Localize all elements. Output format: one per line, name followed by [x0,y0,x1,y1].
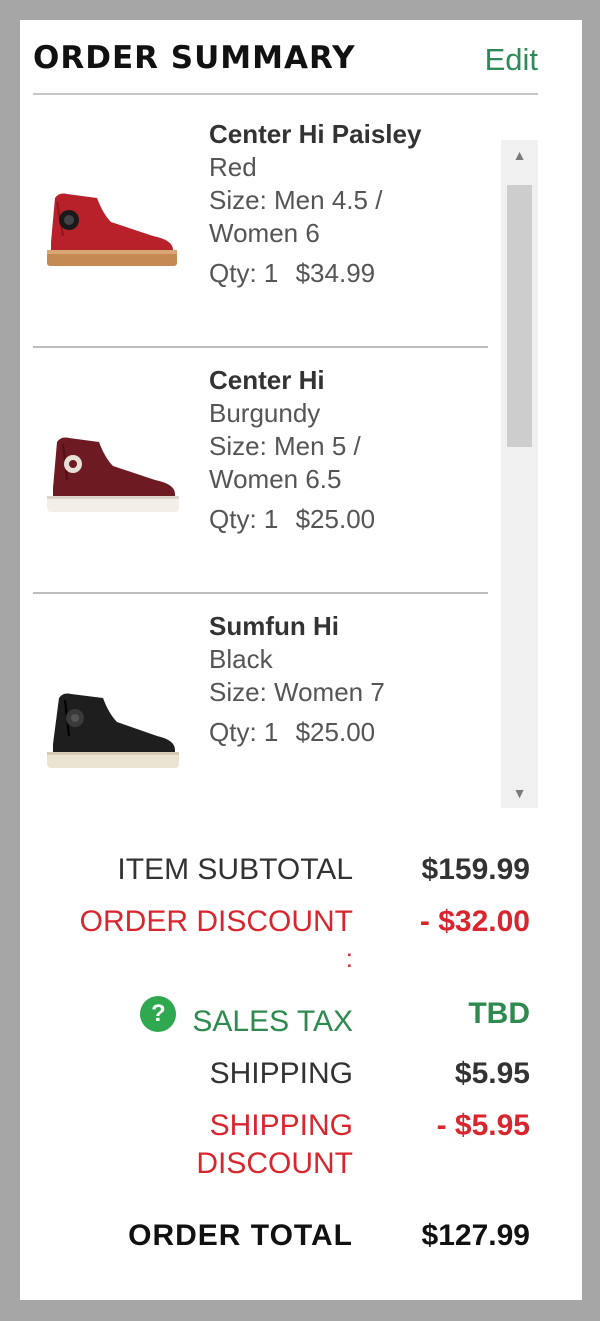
page-title: ORDER SUMMARY [33,40,356,76]
product-image-red-sneaker [47,193,177,266]
item-size: Size: Men 4.5 / [209,185,383,215]
item-qty: Qty: 1 [209,504,279,534]
question-circle-icon[interactable]: ? [140,996,177,1032]
cart-item: Center Hi Paisley Red Size: Men 4.5 / Wo… [33,118,488,364]
scrollbar-thumb[interactable] [507,185,532,447]
shipping-value: $5.95 [454,1057,530,1090]
subtotal-value: $159.99 [421,853,530,886]
item-name: Center Hi Paisley [209,119,422,149]
subtotal-label: ITEM SUBTOTAL [117,853,353,886]
item-price: $25.00 [295,504,376,534]
sales-tax-value: TBD [468,997,530,1030]
cart-item-list[interactable]: Center Hi Paisley Red Size: Men 4.5 / Wo… [33,118,538,808]
item-qty-price: Qty: 1 $34.99 [209,257,421,290]
item-color: Red [209,152,257,182]
item-list-scrollbar[interactable]: ▲ ▼ [501,140,538,808]
item-divider [33,592,488,594]
item-details: Sumfun Hi Black Size: Women 7 Qty: 1 $25… [209,610,385,749]
sales-tax-label-group: ? SALES TAX [140,996,353,1042]
product-image-burgundy-sneaker [47,437,179,512]
scroll-down-button[interactable]: ▼ [501,778,538,808]
product-image-black-sneaker [47,693,179,768]
shipping-label: SHIPPING [209,1057,353,1090]
item-price: $34.99 [295,258,376,288]
order-discount-colon: : [345,943,353,973]
scroll-up-button[interactable]: ▲ [501,140,538,170]
order-discount-value: - $32.00 [419,905,530,938]
item-details: Center Hi Burgundy Size: Men 5 / Women 6… [209,364,375,536]
item-size: Size: Women 7 [209,677,385,707]
triangle-up-icon: ▲ [512,147,527,163]
triangle-down-icon: ▼ [512,785,527,801]
item-qty: Qty: 1 [209,258,279,288]
edit-link[interactable]: Edit [485,42,538,78]
item-size-continued: Women 6.5 [209,464,342,494]
order-total-value: $127.99 [421,1219,530,1252]
header-divider [33,93,538,95]
item-price: $25.00 [295,717,376,747]
item-name: Sumfun Hi [209,611,339,641]
item-details: Center Hi Paisley Red Size: Men 4.5 / Wo… [209,118,421,290]
order-total-label: ORDER TOTAL [128,1219,353,1252]
item-qty-price: Qty: 1 $25.00 [209,503,375,536]
shipping-discount-label: SHIPPING [209,1109,353,1142]
shipping-discount-label-continued: DISCOUNT [196,1147,353,1180]
item-size-continued: Women 6 [209,218,320,248]
cart-item: Sumfun Hi Black Size: Women 7 Qty: 1 $25… [33,610,488,808]
item-color: Burgundy [209,398,321,428]
item-qty: Qty: 1 [209,717,279,747]
order-discount-label: ORDER DISCOUNT [79,905,353,938]
sales-tax-label: SALES TAX [192,1005,353,1038]
item-name: Center Hi [209,365,325,395]
item-size: Size: Men 5 / [209,431,361,461]
shipping-discount-value: - $5.95 [436,1109,530,1142]
item-qty-price: Qty: 1 $25.00 [209,716,385,749]
item-divider [33,346,488,348]
summary-header: ORDER SUMMARY Edit [33,40,538,94]
item-color: Black [209,644,273,674]
cart-item: Center Hi Burgundy Size: Men 5 / Women 6… [33,364,488,610]
